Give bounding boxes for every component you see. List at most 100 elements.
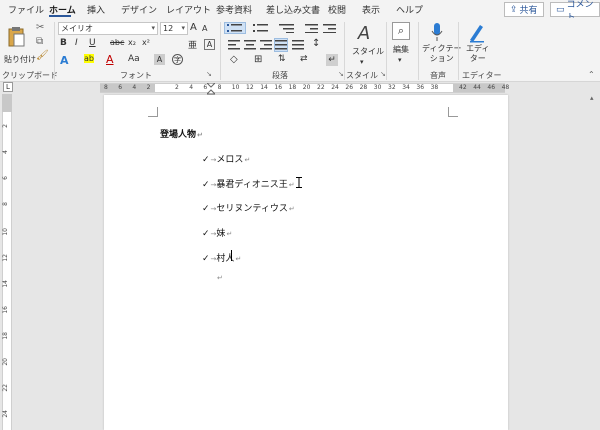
paragraph-group-label: 段落: [272, 71, 288, 80]
search-icon[interactable]: ⌕: [392, 22, 410, 40]
clear-format-button[interactable]: A: [204, 39, 215, 50]
tab-help[interactable]: ヘルプ: [396, 3, 423, 16]
bullets-button[interactable]: [224, 22, 246, 34]
increase-indent-button[interactable]: [322, 22, 336, 34]
font-size-select[interactable]: 12 ▾: [160, 22, 188, 35]
character-shading-button[interactable]: A: [154, 54, 165, 65]
font-color-button[interactable]: A: [106, 53, 114, 66]
comment-button[interactable]: ▭ コメント: [550, 0, 600, 23]
tab-review[interactable]: 校閲: [328, 3, 346, 16]
shrink-font-button[interactable]: A: [202, 24, 207, 33]
vertical-ruler[interactable]: 2 4 6 8 10 12 14 16 18 20 22 24: [0, 94, 14, 430]
change-case-button[interactable]: Aa: [128, 54, 140, 64]
superscript-button[interactable]: x²: [142, 38, 150, 47]
text-effects-button[interactable]: A: [60, 54, 69, 67]
paragraph-mark: ↵: [288, 181, 295, 189]
distributed-icon: [292, 40, 304, 50]
editing-button[interactable]: 編集: [393, 44, 409, 55]
font-name-select[interactable]: メイリオ ▾: [58, 22, 158, 35]
ruler-number: 4: [2, 150, 9, 154]
tab-mailings[interactable]: 差し込み文書: [266, 3, 320, 16]
collapse-ribbon-icon[interactable]: ⌃: [588, 70, 595, 79]
format-painter-icon[interactable]: 🖌: [36, 50, 49, 61]
scrollbar-thumb[interactable]: [591, 104, 597, 424]
align-right-button[interactable]: [260, 39, 272, 51]
tab-file[interactable]: ファイル: [8, 3, 44, 16]
shading-icon[interactable]: ◇: [230, 54, 238, 65]
editor-button[interactable]: エディ ター: [466, 44, 489, 64]
ruler-number: 10: [231, 84, 240, 91]
cut-icon[interactable]: ✂: [36, 22, 44, 33]
dictate-button[interactable]: ディクテー ション: [422, 44, 461, 64]
multilevel-list-button[interactable]: [278, 22, 296, 34]
ibeam-cursor-icon: [296, 177, 302, 188]
list-item[interactable]: ✓→暴君ディオニス王↵: [202, 177, 295, 190]
distributed-button[interactable]: [292, 39, 304, 51]
highlight-button[interactable]: ab: [84, 54, 94, 63]
tab-design[interactable]: デザイン: [121, 3, 157, 16]
bold-button[interactable]: B: [60, 38, 67, 48]
justify-button[interactable]: [274, 38, 288, 52]
align-left-button[interactable]: [228, 39, 240, 51]
tab-selector-icon[interactable]: L: [3, 82, 13, 92]
chevron-down-icon: ▾: [151, 24, 155, 32]
list-item[interactable]: ✓→村人↵: [202, 251, 241, 264]
chevron-down-icon[interactable]: ▾: [398, 56, 402, 64]
tab-view[interactable]: 表示: [362, 3, 380, 16]
borders-icon[interactable]: ⊞: [254, 54, 262, 65]
dialog-launcher-icon[interactable]: ↘: [338, 70, 344, 78]
enclose-characters-button[interactable]: 字: [172, 54, 183, 65]
subscript-button[interactable]: x₂: [128, 38, 136, 47]
ruler-number: 4: [132, 84, 137, 91]
show-marks-icon[interactable]: ↵: [326, 54, 338, 66]
chevron-down-icon[interactable]: ▾: [360, 58, 364, 66]
chevron-down-icon: ▾: [181, 24, 185, 32]
ruler-number: 4: [189, 84, 194, 91]
tab-insert[interactable]: 挿入: [87, 3, 105, 16]
editor-icon[interactable]: [468, 22, 486, 44]
ruler-number: 22: [317, 84, 325, 91]
numbering-button[interactable]: [252, 22, 270, 34]
share-button[interactable]: ⇪ 共有: [504, 2, 544, 17]
decrease-indent-button[interactable]: [304, 22, 318, 34]
phonetic-guide-button[interactable]: 亜: [188, 38, 197, 51]
align-center-button[interactable]: [244, 39, 256, 51]
tab-references[interactable]: 参考資料: [216, 3, 252, 16]
indent-marker-icon[interactable]: [207, 83, 215, 95]
ruler-number: 38: [430, 84, 439, 91]
grow-font-button[interactable]: A: [190, 22, 197, 33]
document-page[interactable]: 登場人物↵ ✓→メロス↵ ✓→暴君ディオニス王↵ ✓→セリヌンティウス↵ ✓→妹…: [104, 95, 508, 430]
underline-button[interactable]: U: [89, 38, 96, 48]
heading-paragraph[interactable]: 登場人物↵: [160, 127, 203, 140]
italic-button[interactable]: I: [75, 38, 78, 48]
sort-icon[interactable]: ⇅: [278, 54, 286, 64]
styles-group-label: スタイル: [346, 71, 378, 80]
ruler-number: 12: [246, 84, 254, 91]
paragraph-mark: ↵: [288, 205, 295, 213]
styles-button[interactable]: スタイル: [352, 46, 384, 57]
list-item[interactable]: ✓→メロス↵: [202, 152, 250, 165]
ruler-number: 8: [104, 84, 108, 91]
empty-paragraph[interactable]: ↵: [216, 273, 223, 283]
asian-layout-icon[interactable]: ⇄: [300, 54, 308, 64]
dialog-launcher-icon[interactable]: ↘: [206, 70, 212, 78]
dialog-launcher-icon[interactable]: ↘: [380, 70, 386, 78]
list-item[interactable]: ✓→妹↵: [202, 226, 232, 239]
ruler-number: 44: [473, 84, 481, 91]
bullet-list-icon: [227, 24, 242, 32]
strikethrough-button[interactable]: abc: [110, 38, 124, 47]
horizontal-ruler[interactable]: 8 6 4 2 2 4 6 8 10 12 14 16 18 20 22 24 26 28 30 32 34 36 38 42…: [100, 83, 509, 95]
list-item-text: 暴君ディオニス王: [216, 180, 288, 190]
crop-mark: [148, 107, 158, 117]
styles-icon[interactable]: A: [350, 22, 378, 44]
copy-icon[interactable]: ⧉: [36, 36, 43, 47]
ruler-number: 30: [373, 84, 382, 91]
line-spacing-icon[interactable]: ↕: [312, 38, 320, 49]
tab-layout[interactable]: レイアウト: [166, 3, 211, 16]
paste-button[interactable]: [4, 22, 28, 52]
list-item[interactable]: ✓→セリヌンティウス↵: [202, 201, 295, 214]
microphone-icon[interactable]: [430, 22, 444, 44]
vertical-scrollbar[interactable]: ▴: [588, 94, 600, 430]
paste-label[interactable]: 貼り付け: [4, 54, 36, 65]
scroll-up-icon[interactable]: ▴: [590, 94, 594, 102]
